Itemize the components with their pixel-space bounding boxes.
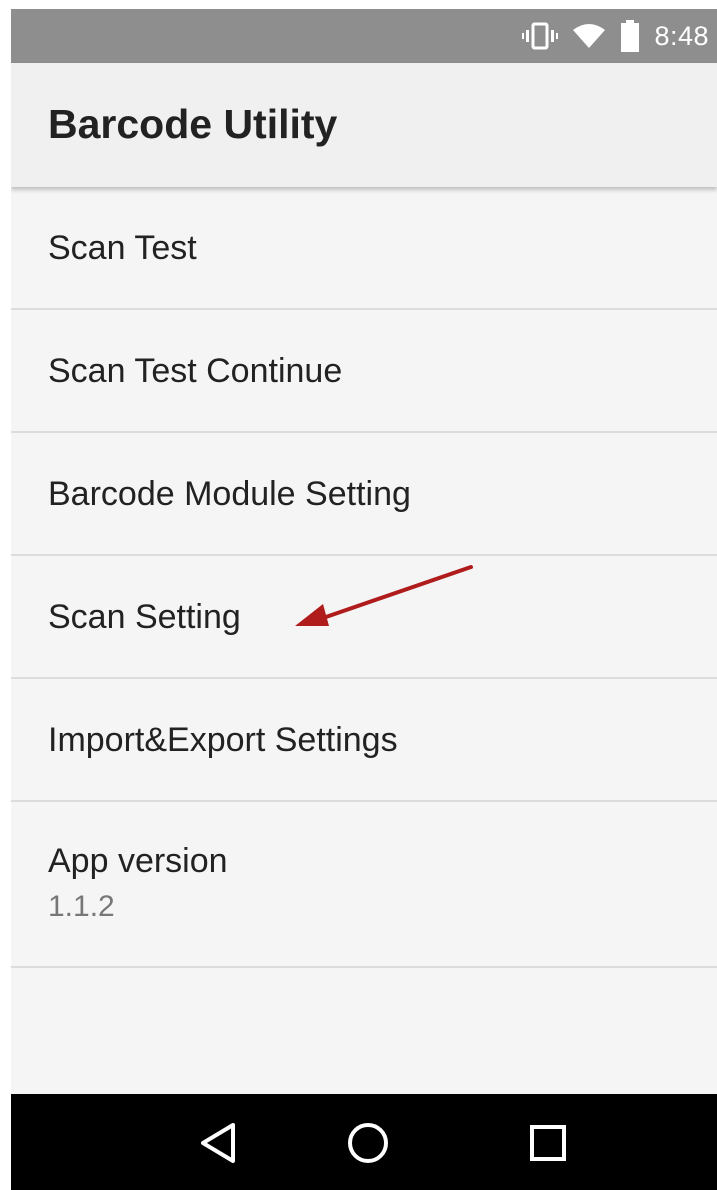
wifi-icon xyxy=(573,24,606,48)
status-icons: 8:48 xyxy=(522,9,709,63)
list-item-scan-setting[interactable]: Scan Setting xyxy=(11,556,717,679)
app-version-label: App version xyxy=(48,842,228,880)
battery-icon xyxy=(621,20,640,52)
home-icon[interactable] xyxy=(343,1118,393,1168)
list-item-label: Scan Test xyxy=(48,229,197,267)
status-bar: 8:48 xyxy=(11,9,717,63)
app-title: Barcode Utility xyxy=(48,101,338,147)
phone-screen: 8:48 Barcode Utility Scan Test Scan Test… xyxy=(11,9,717,1190)
list-item-app-version[interactable]: App version 1.1.2 xyxy=(11,802,717,968)
list-item-scan-test-continue[interactable]: Scan Test Continue xyxy=(11,310,717,433)
app-version-value: 1.1.2 xyxy=(48,890,115,923)
list-item-barcode-module-setting[interactable]: Barcode Module Setting xyxy=(11,433,717,556)
back-icon[interactable] xyxy=(193,1118,243,1168)
settings-list: Scan Test Scan Test Continue Barcode Mod… xyxy=(11,187,717,968)
recents-icon[interactable] xyxy=(523,1118,573,1168)
list-item-label: Scan Test Continue xyxy=(48,352,343,390)
list-item-label: Import&Export Settings xyxy=(48,721,398,759)
list-item-import-export-settings[interactable]: Import&Export Settings xyxy=(11,679,717,802)
app-bar: Barcode Utility xyxy=(11,63,717,187)
list-item-label: Scan Setting xyxy=(48,598,241,636)
screenshot-frame: 8:48 Barcode Utility Scan Test Scan Test… xyxy=(0,0,717,1190)
navigation-bar xyxy=(11,1094,717,1190)
vibrate-icon xyxy=(522,22,559,50)
status-time: 8:48 xyxy=(654,20,709,51)
list-item-scan-test[interactable]: Scan Test xyxy=(11,187,717,310)
list-item-label: Barcode Module Setting xyxy=(48,475,411,513)
